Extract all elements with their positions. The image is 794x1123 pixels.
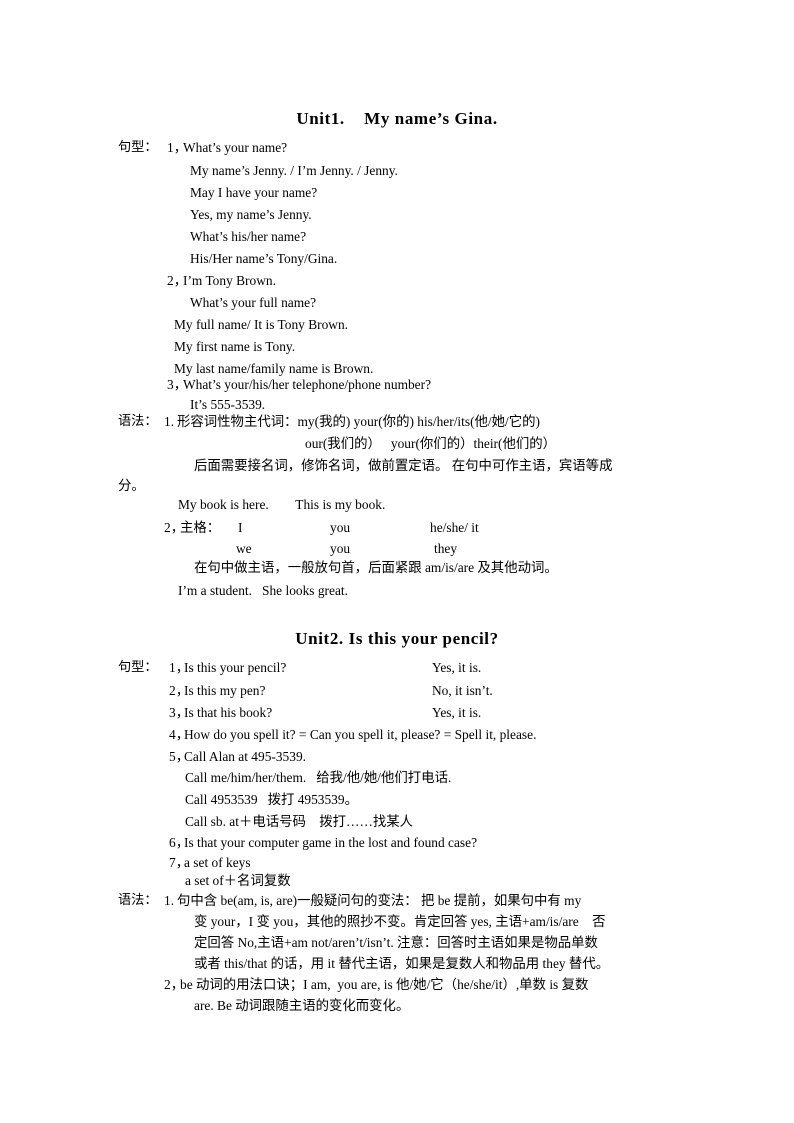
unit2-grammar-label: 语法：	[118, 893, 158, 908]
unit1-pattern-text-7: I’m Tony Brown.	[183, 273, 276, 288]
unit1-pattern-text-11: My last name/family name is Brown.	[174, 361, 374, 376]
unit1-subject-pronoun-r2c3: they	[434, 541, 458, 556]
unit1-sentence-pattern-label: 句型：	[118, 140, 158, 155]
unit2-pattern-left-8: Call sb. at＋电话号码 拨打……找某人	[185, 814, 414, 829]
unit1-pattern-text-8: What’s your full name?	[190, 295, 317, 310]
unit1-pattern-text-6: His/Her name’s Tony/Gina.	[190, 251, 338, 266]
unit2-pattern-left-11: a set of＋名词复数	[185, 873, 291, 888]
unit2-pattern-left-5: Call Alan at 495-3539.	[184, 749, 306, 764]
unit1-pattern-text-12: What’s your/his/her telephone/phone numb…	[183, 377, 432, 392]
unit2-title: Unit2. Is this your pencil?	[295, 629, 499, 648]
unit1-subject-pronoun-r2c2: you	[330, 541, 351, 556]
unit1-subject-pronoun-r1c1: I	[238, 520, 243, 535]
unit1-subject-pronoun-r2c1: we	[236, 541, 252, 556]
unit2-pattern-left-3: Is that his book?	[184, 705, 273, 720]
unit1-grammar-item1-line1: 形容词性物主代词：my(我的) your(你的) his/her/its(他/她…	[177, 414, 541, 429]
unit1-pattern-text-9: My full name/ It is Tony Brown.	[174, 317, 348, 332]
unit1-pattern-text-2: My name’s Jenny. / I’m Jenny. / Jenny.	[190, 163, 398, 178]
unit2-sentence-pattern-label: 句型：	[118, 660, 158, 675]
unit1-title: Unit1. My name’s Gina.	[296, 109, 498, 128]
unit1-grammar-item1-line3: 后面需要接名词，修饰名词，做前置定语。 在句中可作主语，宾语等成	[194, 458, 613, 473]
unit1-pattern-text-13: It’s 555-3539.	[190, 397, 266, 412]
unit1-grammar-item1-line2: our(我们的） your(你们的）their(他们的）	[305, 436, 557, 451]
unit2-pattern-left-7: Call 4953539 拨打 4953539。	[185, 792, 358, 807]
unit1-grammar-item2-note: 在句中做主语，一般放句首，后面紧跟 am/is/are 及其他动词。	[194, 560, 558, 575]
unit1-grammar-item2-example: I’m a student. She looks great.	[178, 583, 348, 598]
unit1-pattern-text-1: What’s your name?	[183, 140, 288, 155]
unit2-pattern-right-1: Yes, it is.	[432, 660, 482, 675]
unit2-pattern-left-1: Is this your pencil?	[184, 660, 287, 675]
unit1-grammar-label: 语法：	[118, 414, 158, 429]
unit1-pattern-text-5: What’s his/her name?	[190, 229, 307, 244]
unit2-pattern-left-10: a set of keys	[184, 855, 251, 870]
unit2-grammar-item1-line3: 定回答 No,主语+am not/aren’t/isn’t. 注意：回答时主语如…	[194, 935, 598, 950]
unit1-pattern-text-4: Yes, my name’s Jenny.	[190, 207, 312, 222]
unit2-pattern-left-4: How do you spell it? = Can you spell it,…	[184, 727, 537, 742]
document-page: Unit1. My name’s Gina. 句型： 1， What’s you…	[0, 0, 794, 1123]
unit2-grammar-item1-line2: 变 your，I 变 you，其他的照抄不变。肯定回答 yes, 主语+am/i…	[194, 914, 606, 929]
unit2-grammar-item1-line1: 句中含 be(am, is, are)一般疑问句的变法： 把 be 提前，如果句…	[177, 893, 582, 908]
unit1-pattern-text-3: May I have your name?	[190, 185, 318, 200]
unit1-subject-pronoun-r1c2: you	[330, 520, 351, 535]
unit1-subject-pronoun-r1c3: he/she/ it	[430, 520, 479, 535]
unit1-pattern-text-10: My first name is Tony.	[174, 339, 296, 354]
unit2-grammar-item2-line1: be 动词的用法口诀；I am, you are, is 他/她/它（he/sh…	[180, 977, 589, 992]
unit2-pattern-left-9: Is that your computer game in the lost a…	[184, 835, 478, 850]
unit2-grammar-item2-line2: are. Be 动词跟随主语的变化而变化。	[194, 998, 410, 1013]
unit1-grammar-item2-label: 主格：	[180, 520, 221, 535]
unit2-grammar-item1-line4: 或者 this/that 的话，用 it 替代主语，如果是复数人和物品用 the…	[194, 956, 610, 971]
unit1-grammar-item1-line4: 分。	[118, 478, 145, 493]
unit2-pattern-right-3: Yes, it is.	[432, 705, 482, 720]
unit2-pattern-right-2: No, it isn’t.	[432, 683, 493, 698]
unit2-pattern-left-2: Is this my pen?	[184, 683, 266, 698]
unit1-grammar-item1-example: My book is here. This is my book.	[178, 497, 386, 512]
unit1-grammar-item1-num: 1.	[164, 414, 175, 429]
unit2-pattern-left-6: Call me/him/her/them. 给我/他/她/他们打电话.	[185, 770, 452, 785]
unit2-grammar-item1-num: 1.	[164, 893, 175, 908]
